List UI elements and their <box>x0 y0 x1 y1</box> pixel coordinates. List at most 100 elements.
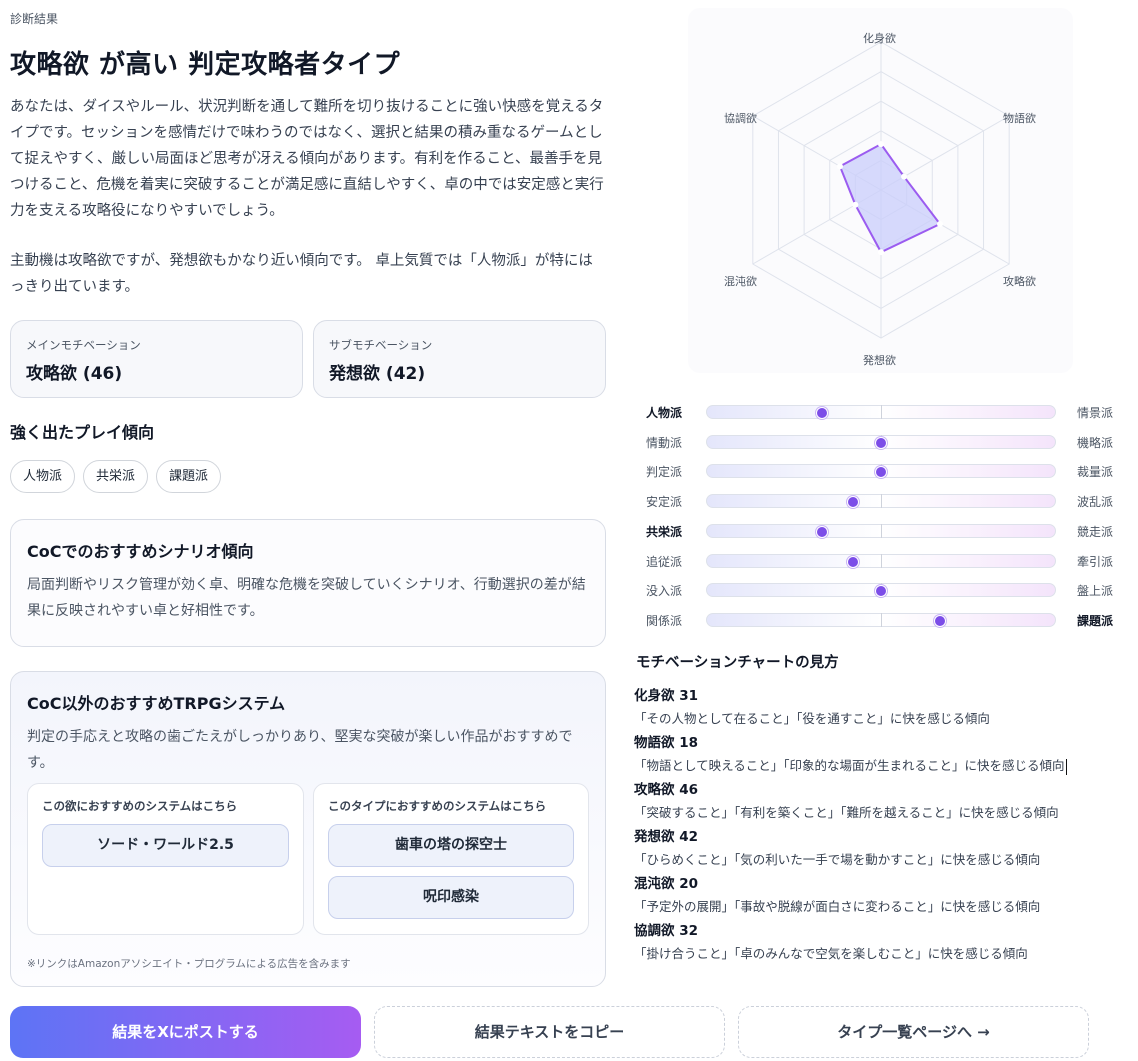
main-motivation-value: 攻略欲 (46) <box>26 364 123 384</box>
radar-axis-label: 攻略欲 <box>1003 275 1036 288</box>
slider-left-label: 情動派 <box>646 435 683 450</box>
howto-item-desc: 「ひらめくこと」「気の利いた一手で場を動かすこと」に快を感じる傾向 <box>634 852 1041 867</box>
coc-card-body: 局面判断やリスク管理が効く卓、明確な危機を突破していくシナリオ、行動選択の差が結… <box>27 577 586 619</box>
slider-knob <box>815 407 828 419</box>
howto-item-desc: 「突破すること」「有利を築くこと」「難所を越えること」に快を感じる傾向 <box>634 805 1059 820</box>
slider-left-label: 関係派 <box>646 613 683 628</box>
main-motivation-label: メインモチベーション <box>26 338 141 352</box>
tendency-tag: 課題派 <box>156 460 222 493</box>
slider-left-label: 人物派 <box>646 406 683 420</box>
slider-row: 関係派 課題派 <box>636 610 1120 630</box>
coc-scenario-card: CoCでのおすすめシナリオ傾向 局面判断やリスク管理が効く卓、明確な危機を突破し… <box>10 519 606 647</box>
slider-center-mark <box>881 523 882 538</box>
system-link-gear-tower[interactable]: 歯車の塔の探空士 <box>328 824 574 867</box>
howto-item: 混沌欲 20 「予定外の展開」「事故や脱線が面白さに変わること」に快を感じる傾向 <box>634 872 1134 919</box>
sub-motivation-label: サブモチベーション <box>329 338 433 352</box>
howto-item-name: 化身欲 31 <box>634 688 698 704</box>
slider-knob <box>847 496 860 509</box>
motivation-radar-chart: 化身欲 物語欲 攻略欲 発想欲 混沌欲 協調欲 <box>688 8 1073 373</box>
radar-svg <box>752 41 1010 339</box>
radar-axis-label: 協調欲 <box>724 112 757 125</box>
howto-list: 化身欲 31 「その人物として在ること」「役を通すこと」に快を感じる傾向 物語欲… <box>634 684 1134 966</box>
slider-left-label: 追従派 <box>646 554 683 569</box>
slider-right-label: 機略派 <box>1077 435 1114 450</box>
type-systems-box: このタイプにおすすめのシステムはこちら 歯車の塔の探空士 呪印感染 <box>313 783 589 935</box>
slider-right-label: 情景派 <box>1077 406 1114 420</box>
slider-row: 没入派 盤上派 <box>636 580 1120 600</box>
howto-item-name: 混沌欲 20 <box>634 876 698 892</box>
slider-right-label: 課題派 <box>1077 613 1114 628</box>
slider-left-label: 判定派 <box>646 465 683 480</box>
radar-value-area <box>838 142 942 254</box>
slider-right-label: 盤上派 <box>1077 584 1114 599</box>
howto-item: 発想欲 42 「ひらめくこと」「気の利いた一手で場を動かすこと」に快を感じる傾向 <box>634 825 1134 872</box>
tendency-tags: 人物派 共栄派 課題派 <box>10 460 222 493</box>
howto-item: 攻略欲 46 「突破すること」「有利を築くこと」「難所を越えること」に快を感じる… <box>634 778 1134 825</box>
tendencies-heading: 強く出たプレイ傾向 <box>10 423 155 442</box>
copy-result-button[interactable]: 結果テキストをコピー <box>374 1006 725 1058</box>
coc-card-title: CoCでのおすすめシナリオ傾向 <box>27 542 254 561</box>
main-motivation-card: メインモチベーション 攻略欲 (46) <box>10 320 303 398</box>
tendency-tag: 人物派 <box>10 460 76 493</box>
slider-right-label: 裁量派 <box>1077 465 1114 480</box>
howto-item: 物語欲 18 「物語として映えること」「印象的な場面が生まれること」に快を感じる… <box>634 731 1134 778</box>
howto-title: モチベーションチャートの見方 <box>636 655 839 671</box>
slider-row: 判定派 裁量派 <box>636 461 1120 481</box>
slider-left-label: 安定派 <box>646 495 683 510</box>
radar-value-point <box>878 249 884 256</box>
slider-left-label: 共栄派 <box>646 524 683 539</box>
slider-center-mark <box>881 494 882 509</box>
other-card-title: CoC以外のおすすめTRPGシステム <box>27 694 286 713</box>
howto-item: 化身欲 31 「その人物として在ること」「役を通すこと」に快を感じる傾向 <box>634 684 1134 731</box>
system-link-curse-infection[interactable]: 呪印感染 <box>328 876 574 919</box>
sub-motivation-value: 発想欲 (42) <box>329 364 426 384</box>
slider-track <box>706 405 1056 419</box>
slider-row: 人物派 情景派 <box>636 402 1120 422</box>
radar-value-point <box>936 221 943 228</box>
slider-track <box>706 523 1056 538</box>
slider-track <box>706 494 1056 509</box>
howto-item-desc: 「予定外の展開」「事故や脱線が面白さに変わること」に快を感じる傾向 <box>634 899 1041 914</box>
sub-motivation-card: サブモチベーション 発想欲 (42) <box>313 320 606 398</box>
slider-left-label: 没入派 <box>646 584 683 599</box>
howto-item-name: 物語欲 18 <box>634 735 698 751</box>
radar-value-point <box>852 201 859 208</box>
radar-value-point <box>901 173 908 180</box>
howto-item-desc: 「掛け合うこと」「卓のみんなで空気を楽しむこと」に快を感じる傾向 <box>634 946 1028 961</box>
page-title: 攻略欲 が高い 判定攻略者タイプ <box>10 50 401 80</box>
radar-axis-label: 物語欲 <box>1003 112 1036 125</box>
system-link-sword-world[interactable]: ソード・ワールド2.5 <box>42 824 289 867</box>
type-list-button[interactable]: タイプ一覧ページへ → <box>738 1006 1089 1058</box>
radar-value-point <box>878 141 884 148</box>
slider-knob <box>875 585 887 598</box>
slider-center-mark <box>881 553 882 568</box>
slider-knob <box>847 555 860 568</box>
slider-track <box>706 612 1056 627</box>
other-card-body: 判定の手応えと攻略の歯ごたえがしっかりあり、堅実な突破が楽しい作品がおすすめです… <box>27 729 573 771</box>
slider-row: 情動派 機略派 <box>636 432 1120 452</box>
slider-row: 共栄派 競走派 <box>636 521 1120 541</box>
radar-value-point <box>836 163 843 170</box>
slider-track <box>706 464 1056 479</box>
howto-item-desc: 「物語として映えること」「印象的な場面が生まれること」に快を感じる傾向 <box>634 755 1134 775</box>
howto-item: 協調欲 32 「掛け合うこと」「卓のみんなで空気を楽しむこと」に快を感じる傾向 <box>634 919 1134 966</box>
radar-axis-label: 混沌欲 <box>724 275 757 288</box>
result-eyebrow: 診断結果 <box>10 12 59 26</box>
howto-item-name: 協調欲 32 <box>634 923 698 939</box>
howto-item-name: 発想欲 42 <box>634 829 698 845</box>
type-systems-title: このタイプにおすすめのシステムはこちら <box>328 799 547 813</box>
slider-track <box>706 553 1056 568</box>
radar-axis-label: 発想欲 <box>863 354 896 367</box>
other-systems-card: CoC以外のおすすめTRPGシステム 判定の手応えと攻略の歯ごたえがしっかりあり… <box>10 671 606 987</box>
tendency-tag: 共栄派 <box>83 460 149 493</box>
slider-row: 追従派 牽引派 <box>636 551 1120 571</box>
slider-track <box>706 434 1056 449</box>
affiliate-note: ※リンクはAmazonアソシエイト・プログラムによる広告を含みます <box>27 958 351 970</box>
post-to-x-button[interactable]: 結果をXにポストする <box>10 1006 361 1058</box>
howto-item-name: 攻略欲 46 <box>634 782 698 798</box>
desire-systems-title: この欲におすすめのシステムはこちら <box>42 799 238 813</box>
slider-knob <box>875 436 887 449</box>
slider-knob <box>815 525 828 538</box>
howto-item-desc: 「その人物として在ること」「役を通すこと」に快を感じる傾向 <box>634 711 990 726</box>
slider-right-label: 牽引派 <box>1077 554 1114 569</box>
